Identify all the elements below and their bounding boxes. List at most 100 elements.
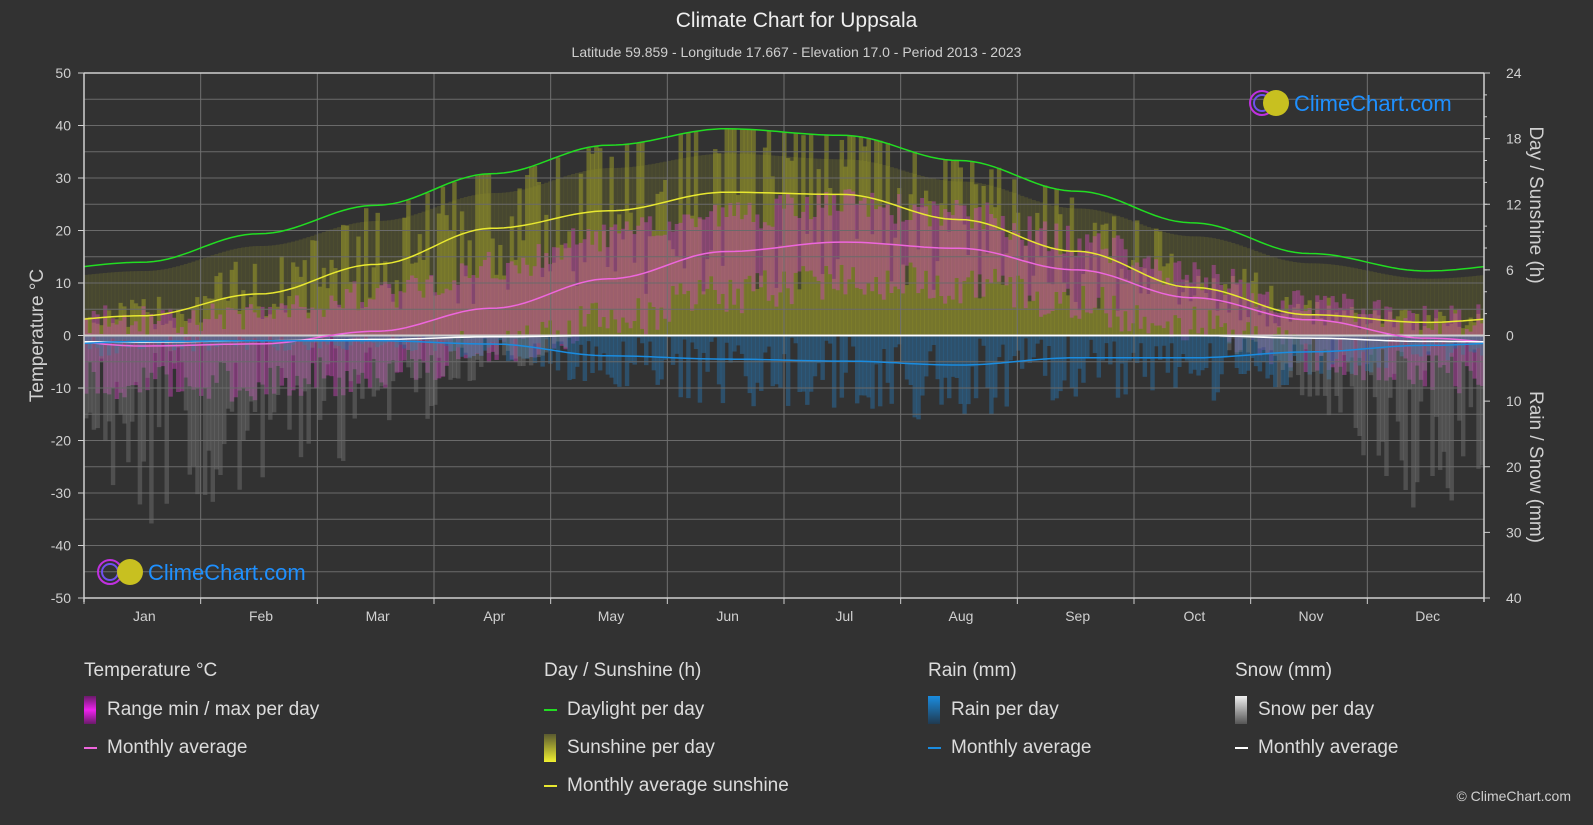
legend-rain: Rain (mm) Rain per day Monthly average <box>928 660 1091 775</box>
temp-range-bar <box>1042 221 1048 315</box>
sunshine-bar <box>977 298 983 336</box>
temp-range-bar <box>935 205 940 276</box>
rain-bar <box>1104 335 1109 344</box>
rain-bar <box>1131 335 1136 353</box>
snow-bar <box>191 335 196 467</box>
rain-bar <box>1119 335 1125 364</box>
left-tick-label: -20 <box>51 433 71 449</box>
sunshine-swatch-icon <box>544 734 556 762</box>
temp-range-bar <box>693 227 699 305</box>
temp-range-bar <box>1284 311 1289 331</box>
temp-range-bar <box>885 204 891 271</box>
snow-bar <box>1472 335 1477 350</box>
rain-bar <box>736 335 741 346</box>
rain-bar <box>1012 335 1017 357</box>
snow-bar <box>379 335 384 387</box>
rain-bar <box>1008 335 1013 361</box>
snow-bar <box>225 335 231 409</box>
temp-range-bar <box>950 215 956 300</box>
rain-bar <box>693 335 699 350</box>
snow-bar <box>1288 335 1293 378</box>
rain-bar <box>816 335 822 364</box>
temp-range-bar <box>778 195 783 293</box>
snow-bar <box>467 335 472 381</box>
rain-bar <box>1200 335 1205 371</box>
snow-bar <box>118 335 123 414</box>
snow-bar <box>1441 335 1447 452</box>
rain-bar <box>1207 335 1213 344</box>
sunshine-bar <box>590 153 595 336</box>
temp-range-bar <box>678 222 683 283</box>
rain-bar <box>954 335 960 378</box>
snow-bar <box>107 335 112 422</box>
month-label: Feb <box>249 608 273 624</box>
rain-bar <box>1031 335 1036 358</box>
month-label: Mar <box>366 608 390 624</box>
rain-bar <box>812 335 818 377</box>
temp-range-bar <box>613 224 618 320</box>
snow-bar <box>1349 335 1355 387</box>
temp-range-bar <box>1058 254 1063 304</box>
rain-bar <box>1223 335 1228 358</box>
sunshine-bar <box>1437 311 1443 336</box>
line-swatch-icon <box>1235 747 1248 749</box>
temp-range-bar <box>893 223 898 287</box>
snow-bar <box>291 335 296 356</box>
right-tick-label-sunshine: 18 <box>1506 131 1522 147</box>
temp-range-bar <box>609 227 614 310</box>
snow-bar <box>540 335 545 356</box>
temp-range-bar <box>739 219 745 314</box>
temp-range-bar <box>889 215 894 294</box>
snow-bar <box>505 335 511 351</box>
left-tick-label: 30 <box>55 170 71 186</box>
temp-range-bar <box>686 214 691 291</box>
temp-range-bar <box>1119 238 1125 332</box>
rain-bar <box>785 335 791 406</box>
temp-range-bar <box>256 317 262 383</box>
rain-bar <box>632 335 637 365</box>
rain-bar <box>674 335 680 354</box>
rain-bar <box>1050 335 1056 401</box>
temp-range-bar <box>344 289 350 372</box>
snow-bar <box>387 335 392 421</box>
rain-bar <box>889 335 894 404</box>
snow-bar <box>126 335 131 463</box>
temp-range-bar <box>770 226 776 296</box>
temp-range-bar <box>713 204 718 291</box>
temp-range-bar <box>1062 253 1067 293</box>
snow-bar <box>1345 335 1351 372</box>
rain-bar <box>1180 335 1186 355</box>
rain-bar <box>862 335 868 396</box>
right-tick-label-rain: 20 <box>1506 459 1522 475</box>
sunshine-bar <box>755 289 760 336</box>
snow-bar <box>321 335 327 401</box>
snow-bar <box>1368 335 1374 376</box>
snow-bar <box>413 335 419 393</box>
snow-bar <box>1407 335 1412 390</box>
temp-range-bar <box>1227 288 1232 342</box>
snow-bar <box>1384 335 1389 477</box>
rain-bar <box>989 335 994 415</box>
snow-bar <box>149 335 154 524</box>
legend-snow: Snow (mm) Snow per day Monthly average <box>1235 660 1398 775</box>
temp-range-bar <box>1004 237 1009 286</box>
temp-range-bar <box>1031 240 1036 301</box>
rain-bar <box>743 335 749 377</box>
climate-chart: 50 40 30 20 10 0 -10 -20 -30 -40 -50 24 18 12 6 0 10 20 30… <box>27 65 1546 624</box>
rain-bar <box>1192 335 1197 370</box>
rain-bar <box>939 335 944 405</box>
legend-item-temp-avg: Monthly average <box>84 737 319 759</box>
temp-range-bar <box>605 247 611 329</box>
month-label: Aug <box>949 608 974 624</box>
rain-bar <box>762 335 768 353</box>
right-tick-label-rain: 30 <box>1506 524 1522 540</box>
temp-range-bar <box>502 279 507 342</box>
temp-range-bar <box>659 235 664 308</box>
left-tick-label: 50 <box>55 65 71 81</box>
snow-bar <box>87 335 93 413</box>
temp-range-bar <box>847 189 852 280</box>
rain-bar <box>686 335 691 399</box>
snow-bar <box>187 335 192 475</box>
temp-range-bar <box>482 259 488 339</box>
snow-bar <box>340 335 346 461</box>
